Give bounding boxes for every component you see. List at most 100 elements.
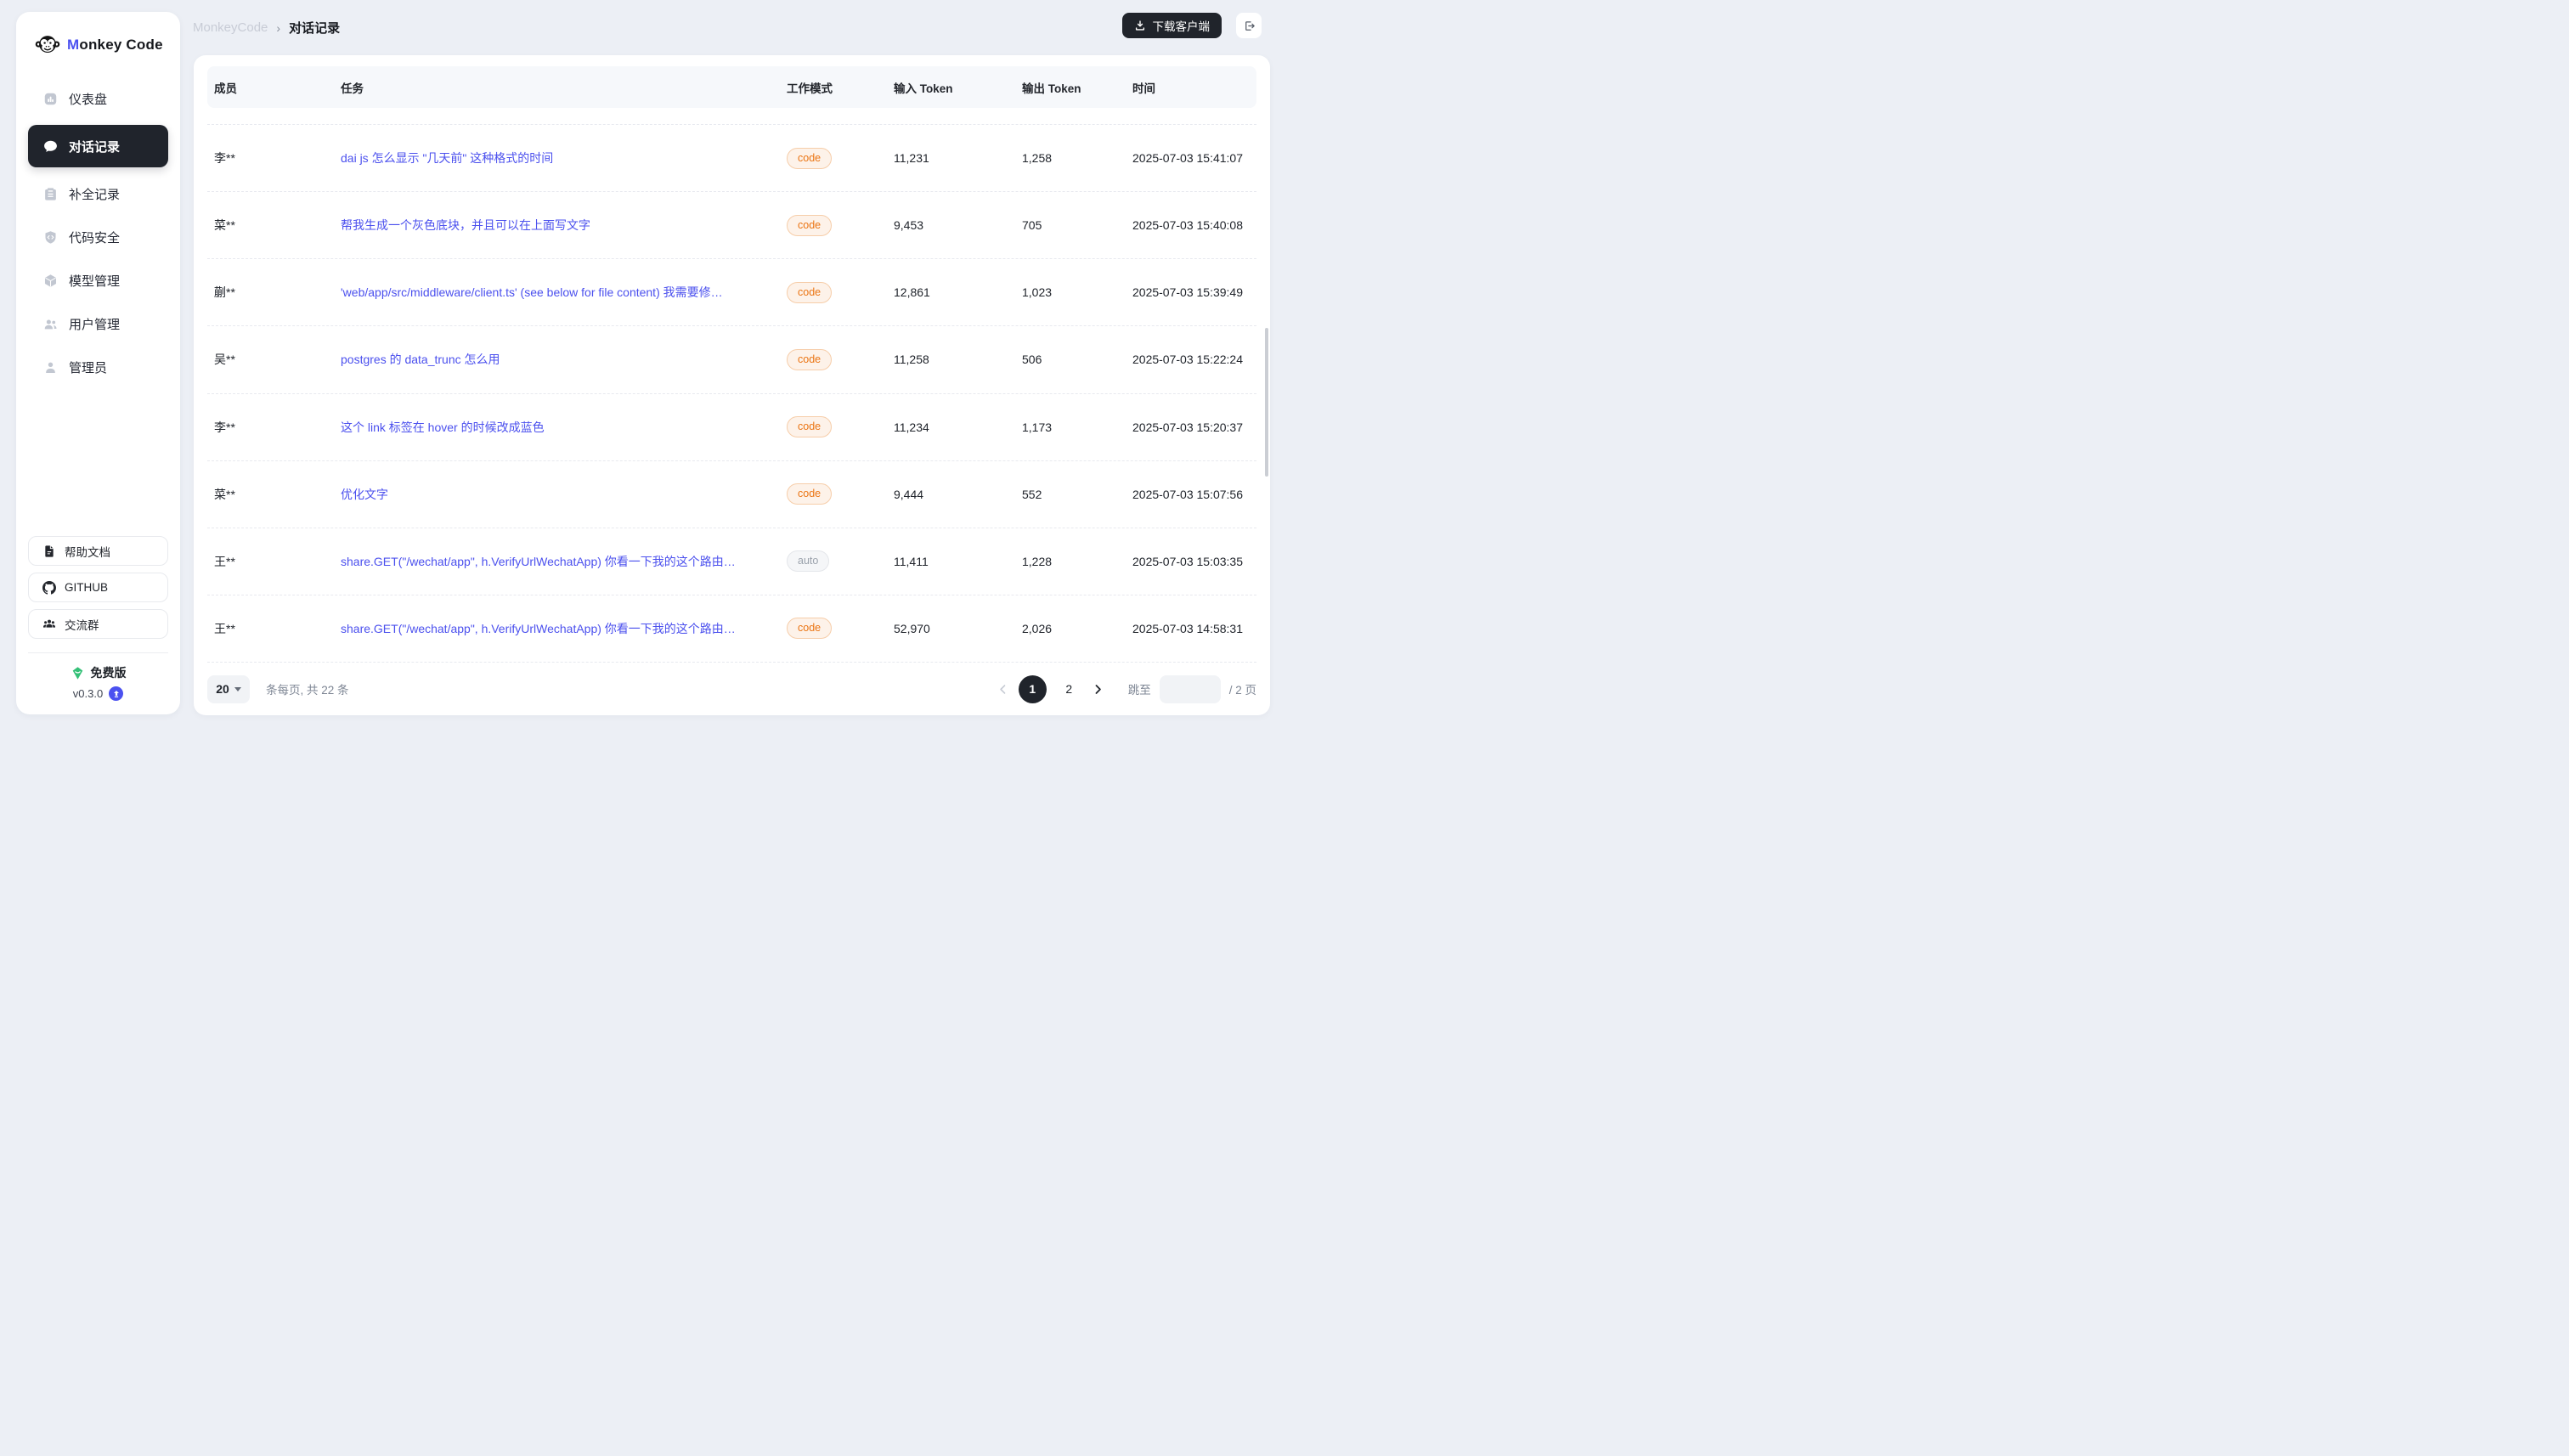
- sidebar-item-chat-log[interactable]: 对话记录: [28, 125, 168, 167]
- task-link[interactable]: postgres 的 data_trunc 怎么用: [341, 353, 500, 366]
- table-row: 李** 这个 link 标签在 hover 的时候改成蓝色 code 11,23…: [207, 394, 1256, 461]
- logout-button[interactable]: [1236, 13, 1262, 38]
- footer-button-label: 交流群: [65, 616, 99, 633]
- sidebar-divider: [28, 652, 168, 653]
- jump-to-page-input[interactable]: [1160, 675, 1221, 703]
- task-link[interactable]: share.GET("/wechat/app", h.VerifyUrlWech…: [341, 555, 736, 568]
- mode-badge: auto: [787, 550, 829, 572]
- output-token-cell: 1,258: [1022, 151, 1132, 165]
- download-client-button[interactable]: 下载客户端: [1122, 13, 1222, 38]
- page-button-1[interactable]: 1: [1019, 675, 1047, 703]
- output-token-cell: 552: [1022, 488, 1132, 501]
- breadcrumb-current: 对话记录: [289, 19, 340, 37]
- sidebar: Monkey Code 仪表盘 对话记录 补全记录 代码安全 模型管理 用户管理: [16, 12, 180, 714]
- sidebar-footer: 帮助文档 GITHUB 交流群 免费版 v0.3.0: [16, 536, 180, 714]
- next-page-button[interactable]: [1087, 678, 1109, 700]
- sidebar-item-code-security[interactable]: 代码安全: [28, 220, 168, 254]
- upgrade-button[interactable]: [109, 686, 123, 701]
- member-cell: 菜**: [207, 486, 341, 503]
- task-link[interactable]: 'web/app/src/middleware/client.ts' (see …: [341, 285, 723, 299]
- page-size-select[interactable]: 20: [207, 675, 250, 703]
- group-icon: [42, 618, 56, 631]
- plan-badge: 免费版: [16, 664, 180, 681]
- column-header-time: 时间: [1132, 79, 1256, 96]
- table-row: 王** share.GET("/wechat/app", h.VerifyUrl…: [207, 595, 1256, 663]
- input-token-cell: 9,453: [894, 218, 1022, 232]
- breadcrumb-separator-icon: ›: [276, 21, 280, 35]
- github-icon: [42, 581, 56, 595]
- jump-to-label: 跳至: [1128, 680, 1151, 697]
- version-row: v0.3.0: [16, 686, 180, 701]
- page-button-2[interactable]: 2: [1055, 675, 1083, 703]
- upgrade-icon: [112, 690, 121, 698]
- task-link[interactable]: 优化文字: [341, 488, 388, 501]
- sidebar-nav: 仪表盘 对话记录 补全记录 代码安全 模型管理 用户管理 管理员: [16, 82, 180, 393]
- member-cell: 菜**: [207, 217, 341, 234]
- pager-controls: 1 2 跳至 / 2 页: [992, 675, 1256, 703]
- sidebar-item-dashboard[interactable]: 仪表盘: [28, 82, 168, 116]
- output-token-cell: 1,023: [1022, 285, 1132, 299]
- member-cell: 王**: [207, 620, 341, 637]
- table-row: 王** share.GET("/wechat/app", h.VerifyUrl…: [207, 528, 1256, 595]
- chat-icon: [43, 139, 58, 154]
- task-link[interactable]: 这个 link 标签在 hover 的时候改成蓝色: [341, 420, 545, 434]
- input-token-cell: 12,861: [894, 285, 1022, 299]
- sidebar-item-label: 模型管理: [69, 272, 120, 290]
- users-icon: [43, 317, 58, 331]
- mode-badge: code: [787, 618, 832, 639]
- output-token-cell: 705: [1022, 218, 1132, 232]
- input-token-cell: 11,231: [894, 151, 1022, 165]
- time-cell: 2025-07-03 15:20:37: [1132, 420, 1256, 434]
- shield-icon: [43, 230, 58, 245]
- github-button[interactable]: GITHUB: [28, 573, 168, 602]
- sidebar-item-admin[interactable]: 管理员: [28, 350, 168, 384]
- download-icon: [1134, 20, 1146, 31]
- person-icon: [43, 360, 58, 375]
- output-token-cell: 2,026: [1022, 622, 1132, 635]
- sidebar-item-model-management[interactable]: 模型管理: [28, 263, 168, 297]
- community-group-button[interactable]: 交流群: [28, 609, 168, 639]
- sidebar-item-label: 代码安全: [69, 229, 120, 246]
- mode-badge: code: [787, 282, 832, 303]
- version-label: v0.3.0: [73, 687, 103, 700]
- member-cell: 李**: [207, 419, 341, 436]
- table-row: 吴** postgres 的 data_trunc 怎么用 code 11,25…: [207, 326, 1256, 393]
- task-link[interactable]: share.GET("/wechat/app", h.VerifyUrlWech…: [341, 622, 736, 635]
- download-client-label: 下载客户端: [1153, 17, 1211, 34]
- member-cell: 吴**: [207, 351, 341, 368]
- sidebar-item-user-management[interactable]: 用户管理: [28, 307, 168, 341]
- prev-page-button[interactable]: [992, 678, 1014, 700]
- gem-icon: [71, 666, 85, 680]
- table-row: 蒯** 'web/app/src/middleware/client.ts' (…: [207, 259, 1256, 326]
- member-cell: 李**: [207, 150, 341, 166]
- chevron-down-icon: [234, 687, 241, 691]
- table-row: 菜** 帮我生成一个灰色底块，并且可以在上面写文字 code 9,453 705…: [207, 192, 1256, 259]
- output-token-cell: 506: [1022, 353, 1132, 366]
- task-link[interactable]: 帮我生成一个灰色底块，并且可以在上面写文字: [341, 218, 590, 232]
- time-cell: 2025-07-03 15:41:07: [1132, 151, 1256, 165]
- scrollbar-thumb[interactable]: [1265, 328, 1268, 477]
- cube-icon: [43, 274, 58, 288]
- help-docs-button[interactable]: 帮助文档: [28, 536, 168, 566]
- dashboard-icon: [43, 92, 58, 106]
- member-cell: 蒯**: [207, 284, 341, 301]
- output-token-cell: 1,173: [1022, 420, 1132, 434]
- logout-icon: [1243, 20, 1256, 32]
- footer-button-label: 帮助文档: [65, 543, 110, 560]
- mode-badge: code: [787, 416, 832, 437]
- mode-badge: code: [787, 349, 832, 370]
- plan-label: 免费版: [91, 664, 127, 681]
- input-token-cell: 9,444: [894, 488, 1022, 501]
- sidebar-item-completion-log[interactable]: 补全记录: [28, 177, 168, 211]
- breadcrumb-root[interactable]: MonkeyCode: [193, 20, 268, 35]
- task-link[interactable]: dai js 怎么显示 "几天前" 这种格式的时间: [341, 151, 553, 165]
- column-header-member: 成员: [207, 79, 341, 96]
- time-cell: 2025-07-03 15:40:08: [1132, 218, 1256, 232]
- document-icon: [42, 545, 56, 558]
- table-header-row: 成员 任务 工作模式 输入 Token 输出 Token 时间: [207, 66, 1256, 108]
- time-cell: 2025-07-03 15:39:49: [1132, 285, 1256, 299]
- mode-badge: code: [787, 483, 832, 505]
- column-header-task: 任务: [341, 79, 787, 96]
- input-token-cell: 11,258: [894, 353, 1022, 366]
- footer-button-label: GITHUB: [65, 581, 108, 594]
